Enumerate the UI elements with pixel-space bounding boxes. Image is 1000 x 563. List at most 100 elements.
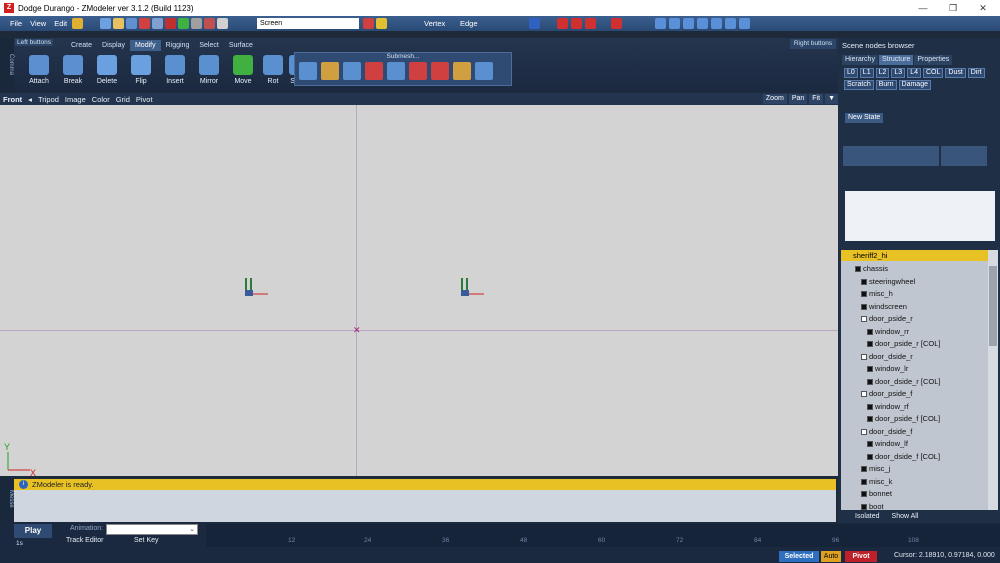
flip-button[interactable]: Flip: [124, 53, 158, 89]
cylinder-icon[interactable]: [669, 18, 680, 29]
tree-node[interactable]: window_lf: [867, 438, 908, 450]
chevron-left-icon[interactable]: ◂: [25, 95, 35, 104]
edge-mode[interactable]: Edge: [456, 19, 482, 28]
tree-node[interactable]: window_rr: [867, 326, 909, 338]
toggle-burn[interactable]: Burn: [875, 80, 897, 90]
pivot-gizmo-icon[interactable]: [459, 278, 487, 304]
render-icon[interactable]: [204, 18, 216, 29]
tab-surface[interactable]: Surface: [224, 40, 258, 51]
checkbox-checked-icon[interactable]: [861, 391, 867, 398]
tree-node[interactable]: door_pside_r [COL]: [867, 338, 940, 350]
mesh-node-icon[interactable]: [861, 491, 867, 498]
plane-icon[interactable]: [725, 18, 736, 29]
new-state-button[interactable]: New State: [845, 113, 884, 123]
view-image[interactable]: Image: [62, 95, 89, 104]
select-mode-icon[interactable]: [363, 18, 374, 29]
move-button[interactable]: Move: [226, 53, 260, 89]
sphere-icon[interactable]: [683, 18, 694, 29]
viewport-front[interactable]: [0, 105, 838, 476]
toggle-scratch[interactable]: Scratch: [844, 80, 874, 90]
play-button[interactable]: Play: [14, 524, 52, 538]
settings-icon[interactable]: [217, 18, 229, 29]
toggle-dirt[interactable]: Dirt: [967, 68, 985, 78]
mesh-node-icon[interactable]: [867, 453, 873, 460]
auto-mode-button[interactable]: Auto: [821, 551, 841, 562]
tree-node[interactable]: misc_h: [861, 288, 893, 300]
toggle-l1[interactable]: L1: [859, 68, 874, 78]
arrow-icon[interactable]: [529, 18, 540, 29]
set-key-button[interactable]: Set Key: [134, 537, 159, 544]
cap-icon[interactable]: [431, 62, 449, 80]
view-tripod[interactable]: Tripod: [35, 95, 62, 104]
break-button[interactable]: Break: [56, 53, 90, 89]
tab-modify[interactable]: Modify: [129, 40, 161, 51]
messages-side-strip[interactable]: Messe: [0, 476, 14, 522]
cone-icon[interactable]: [697, 18, 708, 29]
show-all-button[interactable]: Show All: [892, 513, 919, 520]
weld-icon[interactable]: [387, 62, 405, 80]
isolated-toggle[interactable]: Isolated: [855, 513, 880, 520]
pan-button[interactable]: Pan: [788, 94, 808, 104]
tree-scrollbar[interactable]: [988, 250, 998, 510]
delete-button[interactable]: Delete: [90, 53, 124, 89]
mesh-node-icon[interactable]: [867, 378, 873, 385]
selected-mode-button[interactable]: Selected: [779, 551, 819, 562]
extrude-icon[interactable]: [299, 62, 317, 80]
close-button[interactable]: ✕: [968, 0, 998, 16]
view-pivot[interactable]: Pivot: [133, 95, 156, 104]
vertex-mode[interactable]: Vertex: [420, 19, 449, 28]
maximize-button[interactable]: ❐: [938, 0, 968, 16]
tree-node[interactable]: steeringwheel: [861, 276, 915, 288]
tree-node[interactable]: door_pside_r: [861, 313, 913, 325]
fit-button[interactable]: Fit: [809, 94, 824, 104]
view-grid[interactable]: Grid: [113, 95, 133, 104]
tree-node[interactable]: door_pside_f [COL]: [867, 413, 940, 425]
add-component-alt-button[interactable]: [941, 146, 987, 166]
cut-icon[interactable]: [139, 18, 151, 29]
mesh-node-icon[interactable]: [861, 291, 867, 298]
split-icon[interactable]: [343, 62, 361, 80]
tree-node[interactable]: door_dside_f: [861, 426, 912, 438]
snap-grid-icon[interactable]: [585, 18, 596, 29]
redo-icon[interactable]: [165, 18, 177, 29]
mesh-node-icon[interactable]: [861, 466, 867, 473]
tree-node[interactable]: misc_k: [861, 476, 892, 488]
snap-icon[interactable]: [571, 18, 582, 29]
menu-edit[interactable]: Edit: [50, 19, 71, 28]
view-color[interactable]: Color: [89, 95, 113, 104]
tree-node[interactable]: boot: [861, 501, 884, 510]
toggle-l0[interactable]: L0: [844, 68, 858, 78]
undo-icon[interactable]: [152, 18, 164, 29]
mesh-node-icon[interactable]: [867, 416, 873, 423]
toggle-l4[interactable]: L4: [907, 68, 921, 78]
help-icon[interactable]: [72, 18, 84, 29]
scrollbar-thumb[interactable]: [989, 266, 997, 346]
tree-node[interactable]: bonnet: [861, 488, 892, 500]
viewport-menu-icon[interactable]: ▼: [825, 94, 838, 104]
tab-structure[interactable]: Structure: [878, 55, 914, 65]
tab-select[interactable]: Select: [194, 40, 223, 51]
tab-rigging[interactable]: Rigging: [161, 40, 195, 51]
lock-icon[interactable]: [611, 18, 622, 29]
tree-node[interactable]: chassis: [855, 263, 888, 275]
toggle-l2[interactable]: L2: [875, 68, 890, 78]
material-icon[interactable]: [178, 18, 190, 29]
toggle-damage[interactable]: Damage: [898, 80, 931, 90]
toggle-col[interactable]: COL: [922, 68, 944, 78]
tree-root-node[interactable]: sheriff2_hi: [841, 250, 988, 261]
screen-select[interactable]: Screen: [257, 18, 359, 29]
checkbox-checked-icon[interactable]: [861, 428, 867, 435]
tab-create[interactable]: Create: [66, 40, 97, 51]
tab-hierarchy[interactable]: Hierarchy: [842, 55, 878, 65]
pivot-gizmo-icon[interactable]: [243, 278, 271, 304]
mesh-node-icon[interactable]: [861, 478, 867, 485]
tab-display[interactable]: Display: [97, 40, 130, 51]
tree-node[interactable]: door_dside_r [COL]: [867, 376, 940, 388]
select-filter-icon[interactable]: [376, 18, 387, 29]
pivot-mode-button[interactable]: Pivot: [845, 551, 877, 562]
minimize-button[interactable]: —: [908, 0, 938, 16]
tree-node[interactable]: door_dside_f [COL]: [867, 451, 940, 463]
triangulate-icon[interactable]: [475, 62, 493, 80]
checkbox-checked-icon[interactable]: [861, 316, 867, 323]
mesh-node-icon[interactable]: [861, 303, 867, 310]
